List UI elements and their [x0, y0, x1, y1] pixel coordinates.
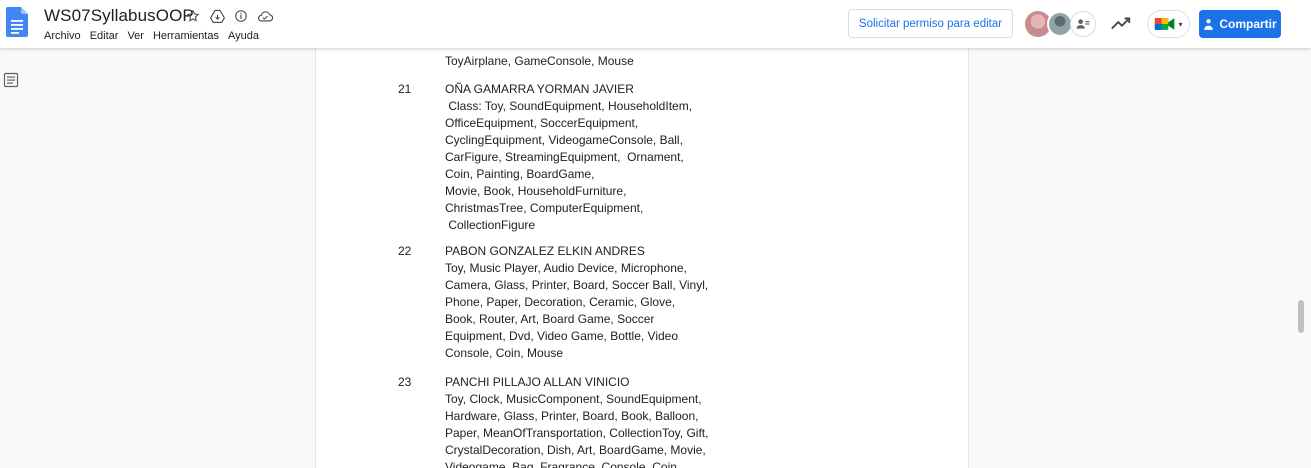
- student-name: OÑA GAMARRA YORMAN JAVIER: [445, 82, 634, 96]
- google-meet-icon: [1155, 18, 1175, 30]
- document-line: Toy, Clock, MusicComponent, SoundEquipme…: [445, 392, 702, 406]
- chevron-down-icon: ▾: [1178, 19, 1183, 29]
- entry-text: OÑA GAMARRA YORMAN JAVIER Class: Toy, So…: [445, 81, 692, 234]
- vertical-scrollbar[interactable]: [1298, 300, 1304, 333]
- entry-number: 22: [398, 244, 412, 258]
- star-icon[interactable]: [183, 7, 203, 25]
- cloud-saved-icon[interactable]: [255, 7, 275, 25]
- document-line: Videogame, Bag, Fragrance, Console, Coin…: [445, 460, 681, 468]
- document-line: Class: Toy, SoundEquipment, HouseholdIte…: [445, 99, 693, 113]
- google-docs-icon[interactable]: [6, 7, 28, 37]
- document-line: OfficeEquipment, SoccerEquipment,: [445, 116, 639, 130]
- entry-number: 23: [398, 375, 412, 389]
- share-button[interactable]: Compartir: [1199, 10, 1281, 38]
- document-line: Movie, Book, HouseholdFurniture,: [445, 184, 627, 198]
- document-title[interactable]: WS07SyllabusOOP: [44, 6, 194, 26]
- menu-archivo[interactable]: Archivo: [44, 30, 81, 42]
- document-line: CarFigure, StreamingEquipment, Ornament,: [445, 150, 684, 164]
- meet-button[interactable]: ▾: [1147, 10, 1190, 38]
- title-actions: [183, 7, 275, 25]
- document-page[interactable]: ToyAirplane, GameConsole, Mouse 21 OÑA G…: [315, 48, 969, 468]
- request-edit-access-button[interactable]: Solicitar permiso para editar: [848, 9, 1013, 38]
- menu-bar: Archivo Editar Ver Herramientas Ayuda: [44, 30, 268, 42]
- document-line: Paper, MeanOfTransportation, CollectionT…: [445, 426, 709, 440]
- student-name: PANCHI PILLAJO ALLAN VINICIO: [445, 375, 630, 389]
- document-line: Camera, Glass, Printer, Board, Soccer Ba…: [445, 278, 709, 292]
- entry-text: PABON GONZALEZ ELKIN ANDRES Toy, Music P…: [445, 243, 708, 362]
- entry-text: PANCHI PILLAJO ALLAN VINICIO Toy, Clock,…: [445, 374, 708, 468]
- activity-dashboard-icon[interactable]: [1110, 14, 1132, 32]
- menu-herramientas[interactable]: Herramientas: [153, 30, 219, 42]
- menu-editar[interactable]: Editar: [90, 30, 119, 42]
- menu-ver[interactable]: Ver: [127, 30, 144, 42]
- view-collaborators-icon[interactable]: [1070, 11, 1096, 37]
- menu-ayuda[interactable]: Ayuda: [228, 30, 259, 42]
- info-icon[interactable]: [231, 7, 251, 25]
- document-line: Hardware, Glass, Printer, Board, Book, B…: [445, 409, 699, 423]
- lock-person-icon: [1204, 18, 1214, 30]
- move-to-drive-icon[interactable]: [207, 7, 227, 25]
- document-line: Coin, Painting, BoardGame,: [445, 167, 595, 181]
- document-line: Equipment, Dvd, Video Game, Bottle, Vide…: [445, 329, 679, 343]
- top-bar: WS07SyllabusOOP Archivo Editar Ver Herra…: [0, 0, 1311, 48]
- document-line: ToyAirplane, GameConsole, Mouse: [445, 54, 634, 68]
- document-line: Phone, Paper, Decoration, Ceramic, Glove…: [445, 295, 676, 309]
- share-label: Compartir: [1219, 17, 1277, 31]
- document-line: Console, Coin, Mouse: [445, 346, 564, 360]
- document-line: ChristmasTree, ComputerEquipment,: [445, 201, 644, 215]
- student-name: PABON GONZALEZ ELKIN ANDRES: [445, 244, 645, 258]
- document-line: CrystalDecoration, Dish, Art, BoardGame,…: [445, 443, 706, 457]
- document-outline-icon[interactable]: [3, 72, 19, 88]
- document-line: CyclingEquipment, VideogameConsole, Ball…: [445, 133, 683, 147]
- entry-number: 21: [398, 82, 412, 96]
- document-line: Toy, Music Player, Audio Device, Microph…: [445, 261, 687, 275]
- document-line: CollectionFigure: [445, 218, 536, 232]
- document-line: Book, Router, Art, Board Game, Soccer: [445, 312, 655, 326]
